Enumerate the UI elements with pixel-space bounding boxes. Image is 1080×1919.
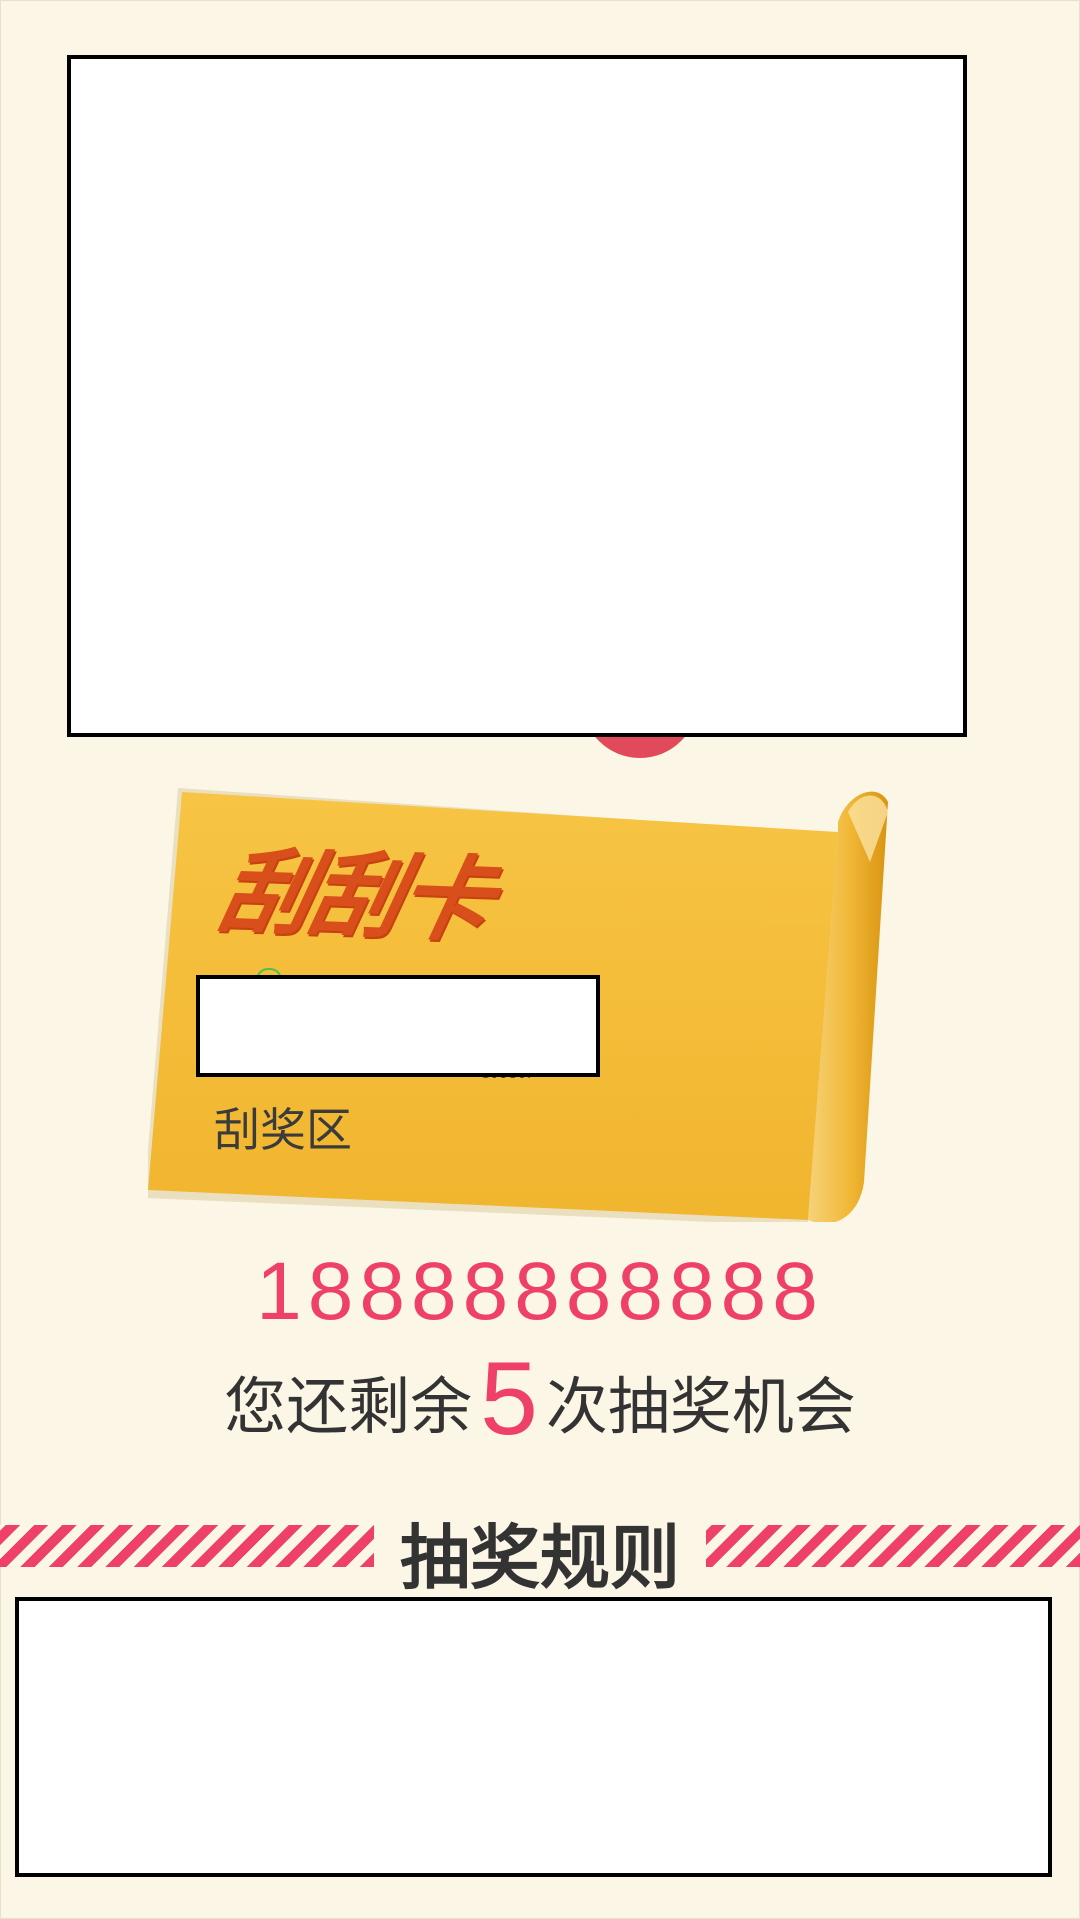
rules-content-placeholder [15,1597,1052,1877]
top-image-placeholder [67,55,967,737]
remaining-prefix: 您还剩余 [224,1370,473,1443]
remaining-chances: 您还剩余5 次抽奖机会 [0,1340,1080,1459]
card-info-placeholder [196,975,600,1077]
scratch-card-title: 刮刮卡 [209,838,501,955]
user-phone-number: 18888888888 [256,1246,824,1337]
remaining-count: 5 [480,1341,538,1457]
scratch-area[interactable]: 刮奖区 [214,1094,352,1160]
rules-title: 抽奖规则 [400,1517,680,1599]
remaining-suffix: 次抽奖机会 [545,1370,856,1443]
